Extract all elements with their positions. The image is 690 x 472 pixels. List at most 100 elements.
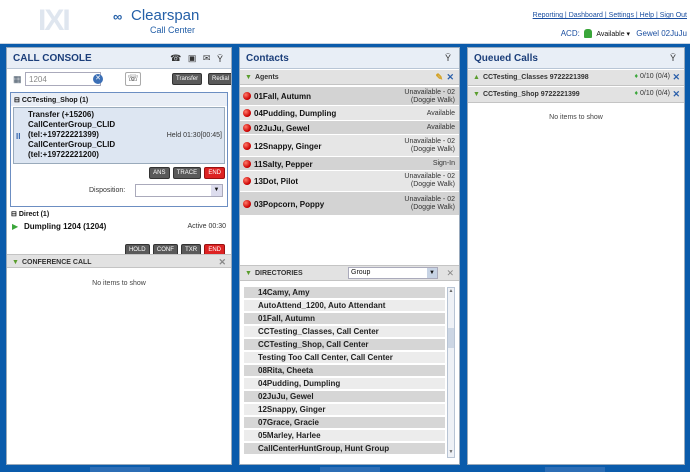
agent-status: Available (426, 124, 455, 131)
directory-item[interactable]: 01Fall, Autumn (244, 313, 445, 324)
close-icon[interactable]: ✕ (446, 268, 454, 279)
mail-icon[interactable]: ✉ (203, 53, 213, 64)
agents-title: Agents (254, 74, 279, 81)
directory-item[interactable]: CCTesting_Classes, Call Center (244, 326, 445, 337)
collapse-icon[interactable]: ⊟ (11, 211, 19, 218)
call-details: Transfer (+15206) CallCenterGroup_CLID (… (28, 110, 115, 160)
directory-item[interactable]: 04Pudding, Dumpling (244, 378, 445, 389)
agent-row[interactable]: 11Salty, Pepper Sign-In (240, 157, 459, 171)
redial-button[interactable]: Redial (208, 73, 231, 85)
agent-status-icon (243, 142, 251, 150)
user-name[interactable]: Gewel 02JuJu (636, 29, 687, 38)
scroll-down-icon[interactable]: ▼ (448, 449, 454, 457)
close-icon[interactable]: ✕ (672, 89, 680, 100)
directory-select[interactable]: Group ▼ (348, 267, 438, 279)
direct-call-item[interactable]: ▶ Dumpling 1204 (1204) Active 00:30 (10, 221, 228, 235)
dialpad-icon[interactable]: ▦ (13, 74, 22, 85)
agent-row[interactable]: 12Snappy, Ginger Unavailable - 02 (Doggie… (240, 135, 459, 157)
directory-scrollbar[interactable]: ▲ ▼ (447, 287, 455, 458)
call-item[interactable]: ll Transfer (+15206) CallCenterGroup_CLI… (13, 107, 225, 164)
close-icon[interactable]: ✕ (446, 72, 454, 83)
brand-subtitle: Call Center (150, 25, 196, 35)
agent-name: 02JuJu, Gewel (254, 124, 310, 133)
dial-input[interactable]: 1204 (25, 72, 101, 86)
settings-icon[interactable]: Ÿ (445, 53, 453, 63)
agent-status: Unavailable - 02 (Doggie Walk) (404, 138, 455, 153)
directory-item[interactable]: 02JuJu, Gewel (244, 391, 445, 402)
scroll-up-icon[interactable]: ▲ (448, 288, 454, 296)
call-icon[interactable]: ☏ (125, 72, 141, 86)
transfer-button[interactable]: Transfer (172, 73, 203, 85)
acd-status-select[interactable]: Available ▾ (596, 31, 630, 38)
trace-button[interactable]: TRACE (172, 167, 202, 179)
queue-row[interactable]: ▲ CCTesting_Classes 9722221398 ♦ 0/10 (0/… (468, 70, 684, 86)
contacts-panel: Contacts Ÿ ▼ Agents ✎ ✕ 01Fall, Autumn Un… (239, 47, 460, 465)
queue-group-header[interactable]: ⊟ CCTesting_Shop (1) (11, 93, 227, 106)
chevron-down-icon: ▼ (211, 185, 222, 196)
call-line: (tel:+19722221200) (28, 150, 99, 159)
dial-input-value: 1204 (29, 75, 47, 84)
direct-group-label: Direct (1) (18, 211, 50, 218)
close-icon[interactable]: ✕ (218, 257, 226, 268)
agent-row[interactable]: 01Fall, Autumn Unavailable - 02 (Doggie W… (240, 87, 459, 106)
agent-row[interactable]: 13Dot, Pilot Unavailable - 02 (Doggie Wal… (240, 171, 459, 192)
answer-button[interactable]: ANS (149, 167, 170, 179)
queue-count: ♦ 0/10 (0/4) (634, 90, 671, 97)
settings-icon[interactable]: Ÿ (217, 54, 225, 64)
agent-name: 12Snappy, Ginger (254, 142, 322, 151)
clear-icon[interactable]: ✕ (93, 74, 103, 84)
top-nav-links[interactable]: Reporting | Dashboard | Settings | Help … (533, 12, 687, 19)
call-line: CallCenterGroup_CLID (28, 140, 116, 149)
agent-row[interactable]: 02JuJu, Gewel Available (240, 121, 459, 135)
contacts-resize-handle[interactable] (320, 467, 380, 472)
directory-item[interactable]: 14Camy, Amy (244, 287, 445, 298)
agent-row[interactable]: 03Popcorn, Poppy Unavailable - 02 (Doggie… (240, 192, 459, 216)
agent-status-icon (243, 160, 251, 168)
close-icon[interactable]: ✕ (672, 72, 680, 83)
direct-group-header[interactable]: ⊟ Direct (1) (10, 210, 228, 218)
directory-item[interactable]: 08Rita, Cheeta (244, 365, 445, 376)
agent-row[interactable]: 04Pudding, Dumpling Available (240, 106, 459, 121)
contacts-title: Contacts (246, 53, 289, 64)
scroll-thumb[interactable] (448, 328, 454, 348)
directory-item[interactable]: 05Marley, Harlee (244, 430, 445, 441)
conference-empty-message: No items to show (92, 280, 146, 287)
call-actions: ANS TRACE END (148, 167, 225, 179)
queue-name: CCTesting_Shop 9722221399 (482, 91, 580, 98)
queued-resize-handle[interactable] (545, 467, 605, 472)
disposition-select[interactable]: ▼ (135, 184, 223, 197)
queue-row[interactable]: ▼ CCTesting_Shop 9722221399 ♦ 0/10 (0/4) … (468, 87, 684, 103)
contacts-header: Contacts Ÿ (240, 48, 459, 69)
queued-calls-header: Queued Calls Ÿ (468, 48, 684, 69)
collapse-arrow-icon: ▼ (473, 91, 480, 98)
agent-name: 01Fall, Autumn (254, 92, 312, 101)
collapse-icon[interactable]: ⊟ (14, 97, 22, 104)
directory-item[interactable]: Testing Too Call Center, Call Center (244, 352, 445, 363)
console-resize-handle[interactable] (90, 467, 150, 472)
queue-icon: ♦ (634, 73, 639, 80)
queued-empty-message: No items to show (549, 114, 603, 121)
end-call-button[interactable]: END (204, 167, 225, 179)
directory-item[interactable]: 07Grace, Gracie (244, 417, 445, 428)
agent-name: 04Pudding, Dumpling (254, 109, 337, 118)
agent-status-icon (243, 124, 251, 132)
call-console-title: CALL CONSOLE (13, 53, 92, 64)
agents-header[interactable]: ▼ Agents ✎ ✕ (240, 70, 459, 85)
direct-call-name: Dumpling 1204 (1204) (24, 222, 107, 231)
directories-title: DIRECTORIES (254, 270, 303, 277)
agent-status: Sign-In (432, 160, 455, 167)
directory-item[interactable]: CCTesting_Shop, Call Center (244, 339, 445, 350)
directory-item[interactable]: AutoAttend_1200, Auto Attendant (244, 300, 445, 311)
phone-icon[interactable]: ☎ (170, 53, 183, 64)
agent-status: Unavailable - 02 (Doggie Walk) (404, 173, 455, 188)
screen-icon[interactable]: ▣ (188, 53, 199, 64)
edit-icon[interactable]: ✎ (435, 72, 443, 83)
settings-icon[interactable]: Ÿ (670, 53, 678, 63)
call-line: Transfer (+15206) (28, 110, 95, 119)
queued-calls-title: Queued Calls (474, 53, 538, 64)
direct-call-group: ⊟ Direct (1) ▶ Dumpling 1204 (1204) Acti… (10, 210, 228, 238)
directory-item[interactable]: 12Snappy, Ginger (244, 404, 445, 415)
directory-item[interactable]: CallCenterHuntGroup, Hunt Group (244, 443, 445, 454)
console-toolbar: ☎ ▣ ✉ Ÿ (170, 53, 225, 64)
conference-call-header[interactable]: ▼ CONFERENCE CALL ✕ (7, 254, 231, 268)
